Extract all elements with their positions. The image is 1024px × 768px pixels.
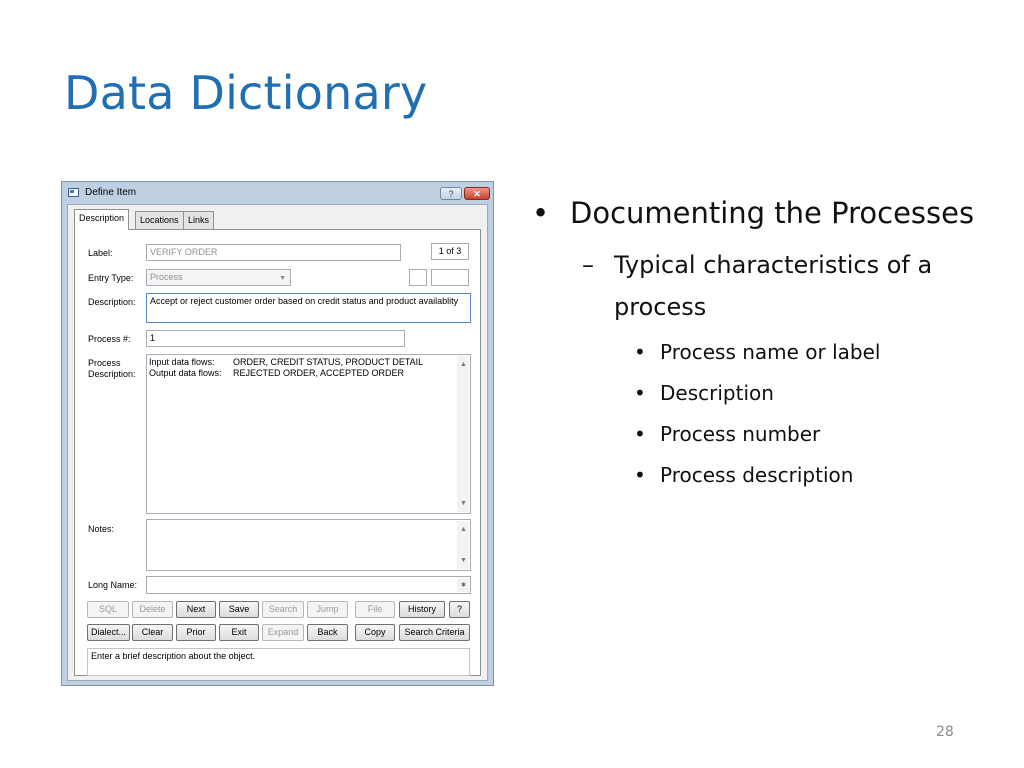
bullet-dot: • <box>634 340 646 364</box>
bullet-level3-item: • Process number <box>532 414 982 455</box>
help-title-button[interactable]: ? <box>440 187 462 200</box>
status-hint: Enter a brief description about the obje… <box>87 648 470 676</box>
exit-button[interactable]: Exit <box>219 624 259 641</box>
blank-box-1 <box>409 269 427 286</box>
bullet-level3-text: Process name or label <box>660 340 881 364</box>
jump-button[interactable]: Jump <box>307 601 348 618</box>
bullet-level1-text: Documenting the Processes <box>570 196 975 230</box>
data-flows: Input data flows: ORDER, CREDIT STATUS, P… <box>149 357 423 379</box>
help-button[interactable]: ? <box>449 601 470 618</box>
define-item-window: Define Item ? ✕ Description Locations Li… <box>61 181 494 686</box>
bullet-level2: – Typical characteristics of a process <box>532 244 982 328</box>
notes-field[interactable]: ▲ ▼ <box>146 519 471 571</box>
prior-button[interactable]: Prior <box>176 624 216 641</box>
output-flows-row: Output data flows: REJECTED ORDER, ACCEPT… <box>149 368 423 379</box>
long-name-caption: Long Name: <box>88 580 138 590</box>
label-caption: Label: <box>88 248 113 258</box>
entry-type-caption: Entry Type: <box>88 273 134 283</box>
description-caption: Description: <box>88 297 136 307</box>
scroll-up-icon[interactable]: ▲ <box>460 524 467 535</box>
bullet-level2-text: Typical characteristics of a process <box>614 251 933 321</box>
bullet-level3-text: Process number <box>660 422 821 446</box>
blank-box-2 <box>431 269 469 286</box>
notes-scrollbar[interactable]: ▲ ▼ <box>457 521 469 569</box>
output-flows-key: Output data flows: <box>149 368 222 378</box>
bullet-level3-text: Process description <box>660 463 854 487</box>
process-description-scrollbar[interactable]: ▲ ▼ <box>457 356 469 512</box>
dialog-client-area: Description Locations Links Label: VERIF… <box>67 204 488 681</box>
description-tab-panel: Label: VERIFY ORDER 1 of 3 Entry Type: P… <box>74 229 481 676</box>
bullet-dash: – <box>582 251 594 279</box>
input-flows-value: ORDER, CREDIT STATUS, PRODUCT DETAIL <box>233 357 424 367</box>
delete-button[interactable]: Delete <box>132 601 173 618</box>
entry-type-select[interactable]: Process ▼ <box>146 269 291 286</box>
tab-links[interactable]: Links <box>183 211 215 229</box>
label-field[interactable]: VERIFY ORDER <box>146 244 401 261</box>
scroll-down-icon[interactable]: ▼ <box>460 555 467 566</box>
long-name-spinner[interactable]: ▲ ▼ <box>457 578 469 592</box>
search-criteria-button[interactable]: Search Criteria <box>399 624 470 641</box>
bullet-level3-text: Description <box>660 381 774 405</box>
copy-button[interactable]: Copy <box>355 624 395 641</box>
bullet-list: • Documenting the Processes – Typical ch… <box>532 190 982 496</box>
input-flows-key: Input data flows: <box>149 357 215 367</box>
record-counter: 1 of 3 <box>431 243 469 260</box>
spin-down-icon[interactable]: ▼ <box>460 580 467 591</box>
save-button[interactable]: Save <box>219 601 259 618</box>
bullet-dot: • <box>532 196 550 230</box>
bullet-level3-item: • Process name or label <box>532 332 982 373</box>
bullet-dot: • <box>634 381 646 405</box>
chevron-down-icon: ▼ <box>279 275 286 282</box>
bullet-level3-item: • Process description <box>532 455 982 496</box>
window-titlebar: Define Item ? ✕ <box>62 182 493 204</box>
scroll-up-icon[interactable]: ▲ <box>460 359 467 370</box>
search-button[interactable]: Search <box>262 601 304 618</box>
scroll-down-icon[interactable]: ▼ <box>460 498 467 509</box>
process-description-caption-2: Description: <box>88 369 136 379</box>
history-button[interactable]: History <box>399 601 445 618</box>
tab-locations[interactable]: Locations <box>135 211 184 229</box>
expand-button[interactable]: Expand <box>262 624 304 641</box>
sql-button[interactable]: SQL <box>87 601 129 618</box>
long-name-field[interactable]: ▲ ▼ <box>146 576 471 594</box>
window-title: Define Item <box>85 187 137 198</box>
process-number-caption: Process #: <box>88 334 131 344</box>
entry-type-value: Process <box>150 272 183 282</box>
bullet-level3-item: • Description <box>532 373 982 414</box>
process-description-field[interactable]: Input data flows: ORDER, CREDIT STATUS, P… <box>146 354 471 514</box>
bullet-dot: • <box>634 463 646 487</box>
description-field[interactable]: Accept or reject customer order based on… <box>146 293 471 323</box>
tab-description[interactable]: Description <box>74 209 130 230</box>
process-description-caption-1: Process <box>88 358 121 368</box>
bullet-dot: • <box>634 422 646 446</box>
notes-caption: Notes: <box>88 524 115 534</box>
dialect-button[interactable]: Dialect... <box>87 624 130 641</box>
app-icon <box>68 188 79 197</box>
close-title-button[interactable]: ✕ <box>464 187 490 200</box>
bullet-level1: • Documenting the Processes <box>532 190 982 236</box>
input-flows-row: Input data flows: ORDER, CREDIT STATUS, P… <box>149 357 423 368</box>
process-number-field[interactable]: 1 <box>146 330 405 347</box>
next-button[interactable]: Next <box>176 601 216 618</box>
back-button[interactable]: Back <box>307 624 348 641</box>
slide-number: 28 <box>936 724 954 740</box>
slide-title: Data Dictionary <box>64 66 428 120</box>
clear-button[interactable]: Clear <box>132 624 173 641</box>
file-button[interactable]: File <box>355 601 395 618</box>
output-flows-value: REJECTED ORDER, ACCEPTED ORDER <box>233 368 405 378</box>
